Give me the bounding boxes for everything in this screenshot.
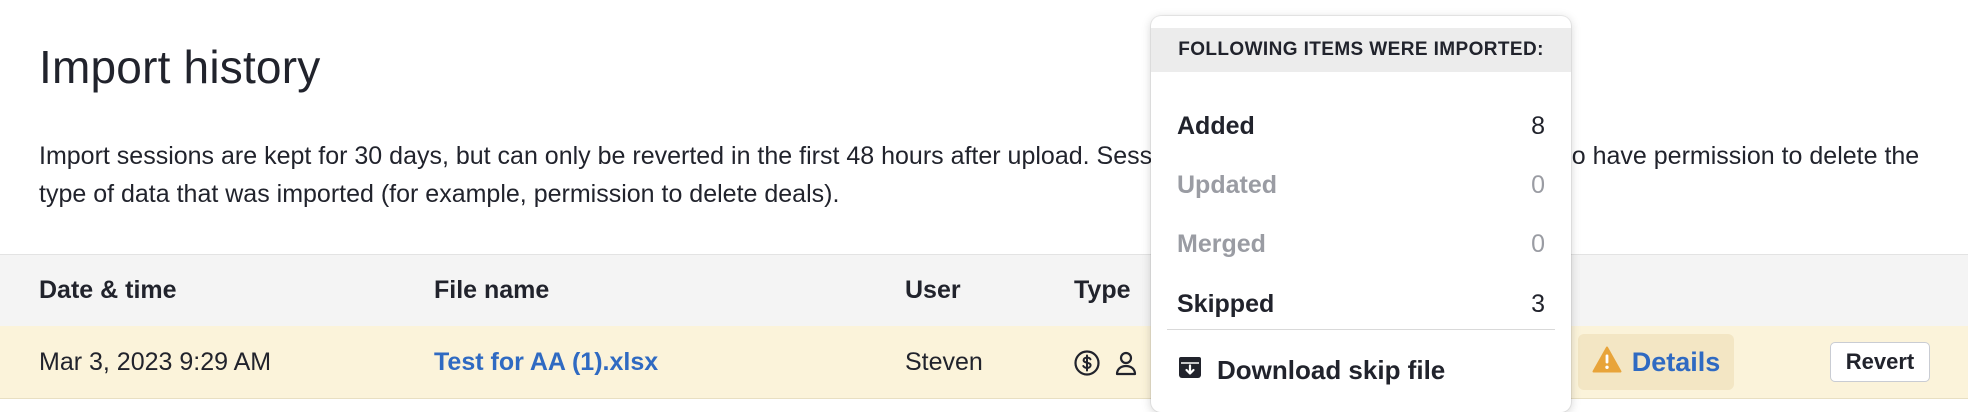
download-skip-file-label: Download skip file [1217,355,1446,385]
import-summary-popover: FOLLOWING ITEMS WERE IMPORTED: Added 8 U… [1151,16,1571,412]
stat-updated: Updated 0 [1177,165,1545,205]
stat-label: Updated [1177,170,1277,199]
stat-value: 0 [1531,229,1545,258]
stat-value: 8 [1531,111,1545,140]
user-name: Steven [905,348,983,376]
dollar-circle-icon [1074,350,1100,376]
type-icons [1074,350,1138,376]
details-button[interactable]: Details [1578,334,1734,390]
page-title: Import history [39,41,321,93]
stat-label: Added [1177,111,1255,140]
column-header-date: Date & time [39,276,177,304]
stat-label: Merged [1177,229,1266,258]
revert-button[interactable]: Revert [1830,342,1930,382]
stat-added: Added 8 [1177,106,1545,146]
stat-value: 0 [1531,170,1545,199]
column-header-user: User [905,276,961,304]
table-row: Mar 3, 2023 9:29 AM Test for AA (1).xlsx… [0,326,1968,399]
popover-header: FOLLOWING ITEMS WERE IMPORTED: [1151,28,1571,72]
page-description: Import sessions are kept for 30 days, bu… [39,142,1920,208]
file-name-link[interactable]: Test for AA (1).xlsx [434,326,658,398]
import-date: Mar 3, 2023 9:29 AM [39,348,272,376]
stat-value: 3 [1531,289,1545,318]
stat-merged: Merged 0 [1177,224,1545,264]
person-icon [1114,350,1138,376]
table-header: Date & time File name User Type [0,254,1968,327]
column-header-file: File name [434,276,550,304]
stat-label: Skipped [1177,289,1275,318]
stat-skipped: Skipped 3 [1177,284,1545,324]
details-label: Details [1631,346,1721,377]
download-box-icon [1177,354,1203,387]
warning-icon [1592,346,1622,378]
download-skip-file-button[interactable]: Download skip file [1177,354,1445,387]
column-header-type: Type [1074,276,1131,304]
popover-divider [1167,329,1555,330]
import-history-page: Import history Import sessions are kept … [0,0,1968,412]
